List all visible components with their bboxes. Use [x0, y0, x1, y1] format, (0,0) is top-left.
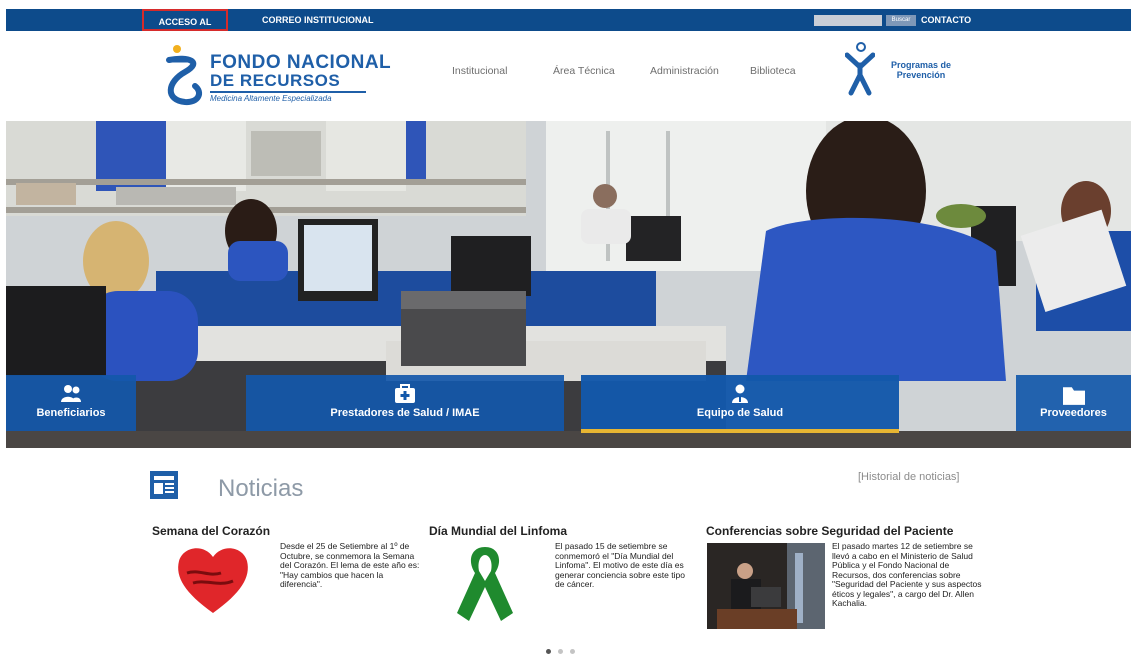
- news-item-title[interactable]: Conferencias sobre Seguridad del Pacient…: [706, 524, 953, 538]
- hero-banner: Beneficiarios Prestadores de Salud / IMA…: [6, 121, 1131, 448]
- prevention-programs-link[interactable]: Programas de Prevención: [886, 60, 956, 80]
- logo-divider: [210, 91, 366, 93]
- site-header: FONDO NACIONAL DE RECURSOS Medicina Alta…: [0, 31, 1131, 121]
- nav-administracion[interactable]: Administración: [650, 65, 719, 77]
- folder-icon: [1062, 387, 1085, 405]
- news-item-title[interactable]: Día Mundial del Linfoma: [429, 524, 567, 538]
- news-carousel-pagination: [546, 641, 582, 659]
- category-beneficiarios[interactable]: Beneficiarios: [6, 375, 136, 431]
- portal-access-link[interactable]: ACCESO AL PORTAL: [142, 9, 228, 49]
- category-label: Prestadores de Salud / IMAE: [330, 407, 480, 419]
- category-label: Equipo de Salud: [696, 407, 784, 419]
- news-item-summary: El pasado martes 12 de setiembre se llev…: [832, 541, 982, 608]
- search-input[interactable]: [814, 15, 882, 26]
- news-history-link[interactable]: [Historial de noticias]: [858, 471, 960, 483]
- category-equipo-de-salud[interactable]: Equipo de Salud: [581, 375, 899, 431]
- logo-title-line-1: FONDO NACIONAL: [210, 52, 392, 73]
- category-label: Beneficiarios: [36, 407, 106, 419]
- conference-photo[interactable]: [707, 543, 825, 629]
- carousel-dot-1[interactable]: [546, 649, 551, 654]
- newspaper-icon: [150, 471, 178, 499]
- nav-institucional[interactable]: Institucional: [452, 65, 507, 77]
- logo-subtitle: Medicina Altamente Especializada: [210, 94, 332, 103]
- carousel-dot-2[interactable]: [558, 649, 563, 654]
- page: ACCESO AL PORTAL CORREO INSTITUCIONAL Bu…: [0, 0, 1131, 671]
- prevention-label-2: Prevención: [896, 70, 946, 80]
- top-bar: ACCESO AL PORTAL CORREO INSTITUCIONAL Bu…: [6, 9, 1131, 49]
- news-item-title[interactable]: Semana del Corazón: [152, 524, 270, 538]
- contact-link[interactable]: CONTACTO: [921, 9, 971, 31]
- institutional-mail-link[interactable]: CORREO INSTITUCIONAL: [262, 9, 374, 31]
- prevention-figure-icon[interactable]: [845, 41, 875, 97]
- health-worker-icon: [732, 384, 748, 403]
- nav-biblioteca[interactable]: Biblioteca: [750, 65, 796, 77]
- search-button[interactable]: Buscar: [886, 15, 916, 26]
- heart-image[interactable]: [175, 543, 251, 615]
- category-prestadores[interactable]: Prestadores de Salud / IMAE: [246, 375, 564, 431]
- category-proveedores[interactable]: Proveedores: [1016, 375, 1131, 431]
- prevention-label-1: Programas de: [890, 60, 952, 70]
- category-label: Proveedores: [1040, 407, 1107, 419]
- nav-area-tecnica[interactable]: Área Técnica: [553, 65, 615, 77]
- medical-kit-icon: [395, 384, 415, 403]
- logo-title-line-2: DE RECURSOS: [210, 71, 341, 90]
- active-category-underline: [581, 429, 899, 433]
- users-icon: [61, 385, 81, 402]
- category-bar: Beneficiarios Prestadores de Salud / IMA…: [6, 375, 1131, 433]
- fnr-logo-icon[interactable]: [159, 42, 207, 106]
- green-ribbon-image[interactable]: [453, 543, 517, 629]
- carousel-dot-3[interactable]: [570, 649, 575, 654]
- news-section-title: Noticias: [218, 475, 304, 502]
- news-item-summary: El pasado 15 de setiembre se conmemoró e…: [555, 541, 685, 589]
- news-item-summary: Desde el 25 de Setiembre al 1º de Octubr…: [280, 541, 420, 589]
